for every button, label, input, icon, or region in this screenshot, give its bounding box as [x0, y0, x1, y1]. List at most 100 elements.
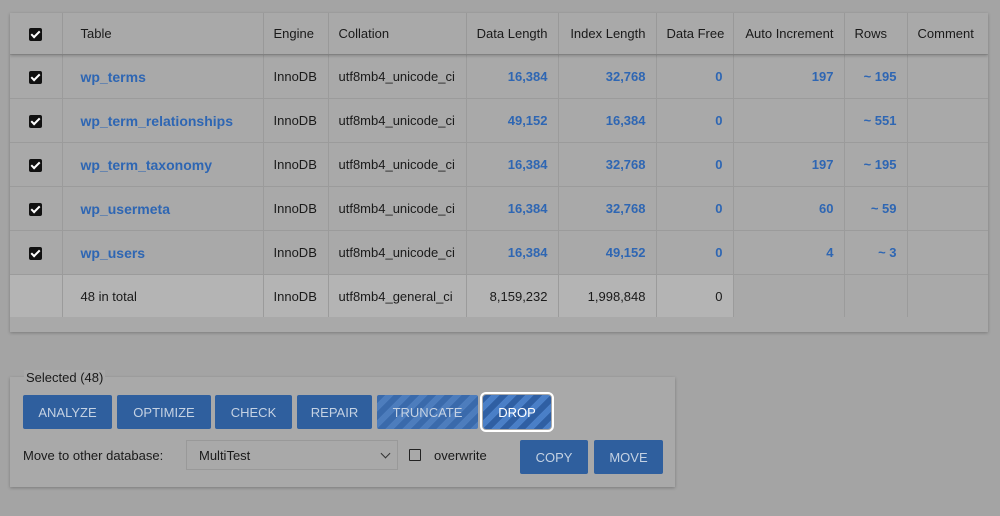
table-header: Table Engine Collation Data Length Index…: [10, 13, 988, 54]
target-database-value: MultiTest: [199, 447, 251, 463]
table-name-link[interactable]: wp_term_relationships: [81, 113, 234, 129]
cell-auto-increment[interactable]: 4: [732, 230, 844, 275]
cell-empty: [732, 274, 844, 317]
cell-data-free[interactable]: 0: [655, 230, 733, 275]
chevron-down-icon: [380, 448, 391, 459]
cell-engine: InnoDB: [262, 186, 328, 231]
table-row: wp_term_taxonomy InnoDB utf8mb4_unicode_ci…: [10, 142, 988, 187]
cell-empty: [906, 274, 988, 317]
cell-table-name: wp_term_relationships: [61, 98, 263, 143]
selected-actions-panel: Selected (48) ANALYZE OPTIMIZE CHECK REP…: [10, 370, 675, 487]
column-header-table[interactable]: Table: [61, 13, 263, 54]
cell-table-name: wp_usermeta: [61, 186, 263, 231]
overwrite-checkbox[interactable]: [409, 449, 421, 461]
cell-collation: utf8mb4_unicode_ci: [327, 230, 466, 275]
column-header-data-free[interactable]: Data Free: [655, 13, 733, 54]
cell-index-length[interactable]: 32,768: [557, 142, 656, 187]
cell-engine: InnoDB: [262, 142, 328, 187]
cell-collation: utf8mb4_unicode_ci: [327, 98, 466, 143]
column-header-rows[interactable]: Rows: [843, 13, 907, 54]
check-button[interactable]: CHECK: [215, 395, 292, 429]
cell-data-free[interactable]: 0: [655, 54, 733, 99]
select-all-checkbox[interactable]: [10, 13, 62, 54]
cell-comment: [906, 54, 988, 99]
analyze-button[interactable]: ANALYZE: [23, 395, 112, 429]
repair-button[interactable]: REPAIR: [297, 395, 372, 429]
table-name-link[interactable]: wp_terms: [81, 69, 146, 85]
column-header-data-length[interactable]: Data Length: [465, 13, 558, 54]
move-button[interactable]: MOVE: [594, 440, 663, 474]
cell-index-length[interactable]: 16,384: [557, 98, 656, 143]
cell-auto-increment[interactable]: 60: [732, 186, 844, 231]
table-body: wp_termmetaInnoDButf8mb4_unicode_ci16,38…: [10, 13, 988, 317]
cell-auto-increment[interactable]: 197: [732, 54, 844, 99]
tables-panel: wp_termmetaInnoDButf8mb4_unicode_ci16,38…: [10, 13, 988, 332]
cell-data-length[interactable]: 16,384: [465, 54, 558, 99]
column-header-engine[interactable]: Engine: [262, 13, 328, 54]
target-database-select[interactable]: MultiTest: [186, 440, 398, 470]
table-name-link[interactable]: wp_usermeta: [81, 201, 170, 217]
table-name-link[interactable]: wp_term_taxonomy: [81, 157, 212, 173]
cell-comment: [906, 98, 988, 143]
cell-rows[interactable]: ~ 551: [843, 98, 907, 143]
cell-engine: InnoDB: [262, 230, 328, 275]
move-to-database-label: Move to other database:: [23, 448, 164, 463]
cell-auto-increment[interactable]: [732, 98, 844, 143]
total-index-length: 1,998,848: [557, 274, 656, 317]
truncate-button[interactable]: TRUNCATE: [377, 395, 478, 429]
cell-data-length[interactable]: 16,384: [465, 230, 558, 275]
checkbox-checked-icon: [29, 247, 43, 261]
cell-data-length[interactable]: 16,384: [465, 186, 558, 231]
row-checkbox[interactable]: [10, 54, 62, 99]
checkbox-checked-icon: [29, 203, 43, 217]
row-checkbox[interactable]: [10, 186, 62, 231]
total-data-free: 0: [655, 274, 733, 317]
table-row: wp_users InnoDB utf8mb4_unicode_ci 16,384 49…: [10, 230, 988, 275]
drop-button[interactable]: DROP: [480, 392, 554, 432]
table-total-row: 48 in total InnoDB utf8mb4_general_ci 8,159…: [10, 274, 988, 317]
column-header-collation[interactable]: Collation: [327, 13, 466, 54]
cell-rows[interactable]: ~ 59: [843, 186, 907, 231]
cell-rows[interactable]: ~ 195: [843, 142, 907, 187]
cell-index-length[interactable]: 32,768: [557, 54, 656, 99]
table-row: wp_usermeta InnoDB utf8mb4_unicode_ci 16,38…: [10, 186, 988, 231]
cell-index-length[interactable]: 32,768: [557, 186, 656, 231]
cell-rows[interactable]: ~ 195: [843, 54, 907, 99]
total-label: 48 in total: [61, 274, 263, 317]
cell-table-name: wp_term_taxonomy: [61, 142, 263, 187]
column-header-comment[interactable]: Comment: [906, 13, 988, 54]
column-header-auto-increment[interactable]: Auto Increment: [732, 13, 844, 54]
column-header-index-length[interactable]: Index Length: [557, 13, 656, 54]
table-name-link[interactable]: wp_users: [81, 245, 146, 261]
cell-rows[interactable]: ~ 3: [843, 230, 907, 275]
total-engine: InnoDB: [262, 274, 328, 317]
cell-index-length[interactable]: 49,152: [557, 230, 656, 275]
cell-collation: utf8mb4_unicode_ci: [327, 186, 466, 231]
checkbox-checked-icon: [29, 71, 43, 85]
row-checkbox[interactable]: [10, 230, 62, 275]
cell-data-length[interactable]: 49,152: [465, 98, 558, 143]
copy-button[interactable]: COPY: [520, 440, 588, 474]
cell-empty: [10, 274, 62, 317]
total-data-length: 8,159,232: [465, 274, 558, 317]
cell-engine: InnoDB: [262, 54, 328, 99]
checkbox-checked-icon: [29, 159, 43, 173]
table-row: wp_terms InnoDB utf8mb4_unicode_ci 16,384 32…: [10, 54, 988, 99]
cell-data-length[interactable]: 16,384: [465, 142, 558, 187]
overwrite-label: overwrite: [434, 448, 487, 463]
row-checkbox[interactable]: [10, 142, 62, 187]
table-row: wp_term_relationships InnoDB utf8mb4_unico…: [10, 98, 988, 143]
checkbox-checked-icon: [29, 115, 43, 129]
selected-count-title: Selected (48): [24, 370, 106, 385]
cell-data-free[interactable]: 0: [655, 142, 733, 187]
row-checkbox[interactable]: [10, 98, 62, 143]
cell-empty: [843, 274, 907, 317]
optimize-button[interactable]: OPTIMIZE: [117, 395, 211, 429]
cell-comment: [906, 230, 988, 275]
cell-table-name: wp_users: [61, 230, 263, 275]
checkbox-checked-icon: [29, 28, 43, 42]
cell-data-free[interactable]: 0: [655, 186, 733, 231]
cell-comment: [906, 186, 988, 231]
cell-data-free[interactable]: 0: [655, 98, 733, 143]
cell-auto-increment[interactable]: 197: [732, 142, 844, 187]
